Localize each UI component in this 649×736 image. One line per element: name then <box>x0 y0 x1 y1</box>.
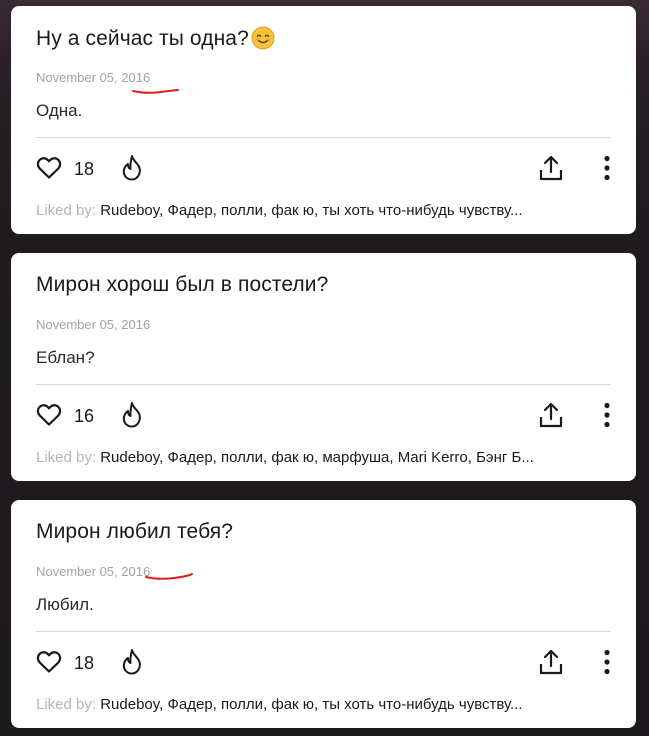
more-vertical-icon[interactable] <box>603 649 611 675</box>
liked-by-names[interactable]: Rudeboy, Фадер, полли, фак ю, ты хоть чт… <box>100 202 522 219</box>
divider <box>36 631 611 632</box>
answer-card: Мирон хорош был в постели? November 05, … <box>11 253 636 481</box>
share-icon[interactable] <box>539 401 563 429</box>
liked-by[interactable]: Liked by: Rudeboy, Фадер, полли, фак ю, … <box>36 202 611 219</box>
question-text[interactable]: Ну а сейчас ты одна? <box>36 27 249 50</box>
like-count: 18 <box>74 653 95 673</box>
liked-by-names[interactable]: Rudeboy, Фадер, полли, фак ю, ты хоть чт… <box>100 696 522 713</box>
action-bar: 18 <box>36 154 611 184</box>
question-title[interactable]: Ну а сейчас ты одна? <box>36 26 275 51</box>
liked-by[interactable]: Liked by: Rudeboy, Фадер, полли, фак ю, … <box>36 696 611 713</box>
liked-by-label: Liked by: <box>36 202 97 219</box>
action-bar: 18 <box>36 648 611 678</box>
question-title[interactable]: Мирон любил тебя? <box>36 520 233 544</box>
liked-by-label: Liked by: <box>36 696 97 713</box>
fire-icon[interactable] <box>121 648 143 676</box>
smiling-face-emoji <box>251 26 275 50</box>
fire-icon[interactable] <box>121 154 143 182</box>
answer-card: Мирон любил тебя? November 05, 2016 Люби… <box>11 500 636 728</box>
heart-icon[interactable] <box>36 156 62 180</box>
answer-text: Еблан? <box>36 348 95 367</box>
post-date: November 05, 2016 <box>36 317 151 332</box>
fire-icon[interactable] <box>121 401 143 429</box>
share-icon[interactable] <box>539 648 563 676</box>
liked-by-names[interactable]: Rudeboy, Фадер, полли, фак ю, марфуша, M… <box>100 449 534 466</box>
question-title[interactable]: Мирон хорош был в постели? <box>36 273 328 297</box>
liked-by-label: Liked by: <box>36 449 97 466</box>
red-underline-annotation <box>145 573 193 580</box>
share-icon[interactable] <box>539 154 563 182</box>
more-vertical-icon[interactable] <box>603 402 611 428</box>
heart-icon[interactable] <box>36 403 62 427</box>
divider <box>36 384 611 385</box>
answer-text: Одна. <box>36 101 83 120</box>
answer-text: Любил. <box>36 595 94 614</box>
heart-icon[interactable] <box>36 650 62 674</box>
question-text[interactable]: Мирон любил тебя? <box>36 520 233 543</box>
like-count: 18 <box>74 159 95 179</box>
liked-by[interactable]: Liked by: Rudeboy, Фадер, полли, фак ю, … <box>36 449 611 466</box>
action-bar: 16 <box>36 401 611 431</box>
post-date: November 05, 2016 <box>36 70 151 85</box>
answer-card: Ну а сейчас ты одна? November 05, 2016 О… <box>11 6 636 234</box>
divider <box>36 137 611 138</box>
red-underline-annotation <box>132 89 179 94</box>
like-count: 16 <box>74 406 95 426</box>
post-date: November 05, 2016 <box>36 564 151 579</box>
question-text[interactable]: Мирон хорош был в постели? <box>36 273 328 296</box>
more-vertical-icon[interactable] <box>603 155 611 181</box>
